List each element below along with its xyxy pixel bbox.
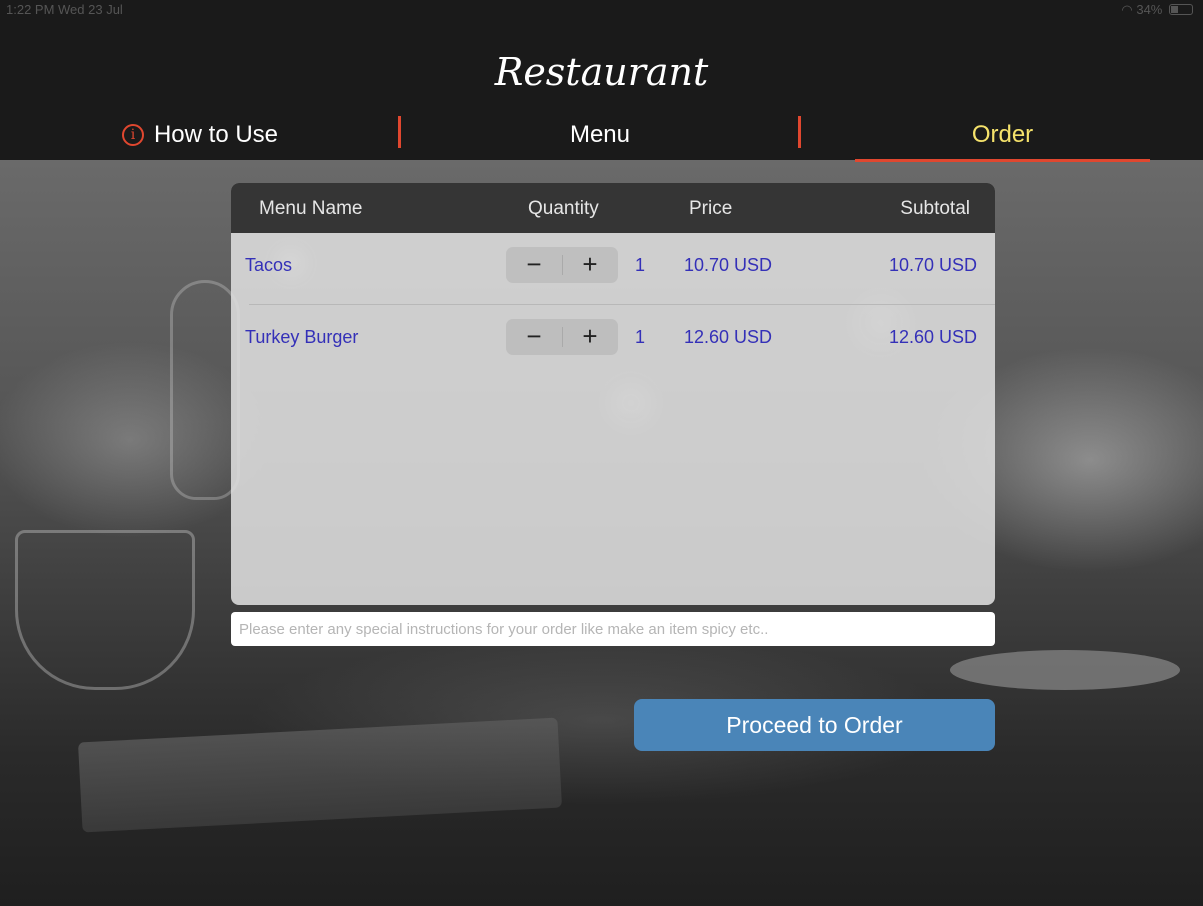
status-time: 1:22 PM Wed 23 Jul (6, 2, 123, 17)
status-bar: 1:22 PM Wed 23 Jul ◠ 34% (0, 0, 1203, 20)
battery-icon (1169, 4, 1193, 15)
tab-how-to-use[interactable]: i How to Use (0, 110, 400, 160)
quantity-stepper: − + (506, 319, 618, 355)
app-header: Restaurant i How to Use Menu Order (0, 20, 1203, 162)
decrement-button[interactable]: − (506, 319, 562, 355)
tab-label: Menu (569, 121, 631, 148)
brand-title: Restaurant (494, 50, 709, 94)
column-header-quantity: Quantity (528, 198, 599, 219)
tab-label: Order (971, 121, 1034, 148)
tumbler-glass (15, 530, 195, 690)
item-subtotal: 12.60 USD (888, 327, 977, 347)
table-header: Menu Name Quantity Price Subtotal (231, 183, 995, 233)
special-instructions-input[interactable] (231, 612, 995, 646)
item-name: Turkey Burger (245, 327, 359, 347)
napkin (77, 717, 563, 833)
wifi-icon: ◠ (1121, 2, 1133, 17)
item-quantity: 1 (635, 255, 646, 275)
column-header-menu-name: Menu Name (259, 198, 363, 219)
item-subtotal: 10.70 USD (888, 255, 977, 275)
table-row: Turkey Burger − + 1 12.60 USD 12.60 USD (231, 305, 995, 377)
status-right: ◠ 34% (1121, 2, 1193, 18)
column-header-price: Price (689, 198, 733, 219)
plate (950, 650, 1180, 690)
increment-button[interactable]: + (562, 319, 618, 355)
wine-glass (170, 280, 240, 500)
item-name: Tacos (245, 255, 293, 275)
order-table: Menu Name Quantity Price Subtotal Tacos … (231, 183, 995, 605)
item-price: 10.70 USD (684, 255, 773, 275)
column-header-subtotal: Subtotal (900, 198, 970, 219)
tab-bar: i How to Use Menu Order (0, 110, 1203, 162)
quantity-stepper: − + (506, 247, 618, 283)
info-icon: i (121, 124, 144, 146)
tab-menu[interactable]: Menu (400, 110, 800, 160)
tab-label: How to Use (153, 121, 279, 148)
item-price: 12.60 USD (684, 327, 773, 347)
proceed-to-order-button[interactable]: Proceed to Order (634, 699, 995, 751)
battery-percent: 34% (1136, 2, 1163, 17)
tab-divider (798, 116, 801, 148)
decrement-button[interactable]: − (506, 247, 562, 283)
tab-order[interactable]: Order (855, 110, 1150, 162)
item-quantity: 1 (635, 327, 646, 347)
increment-button[interactable]: + (562, 247, 618, 283)
table-row: Tacos − + 1 10.70 USD 10.70 USD (231, 233, 995, 305)
